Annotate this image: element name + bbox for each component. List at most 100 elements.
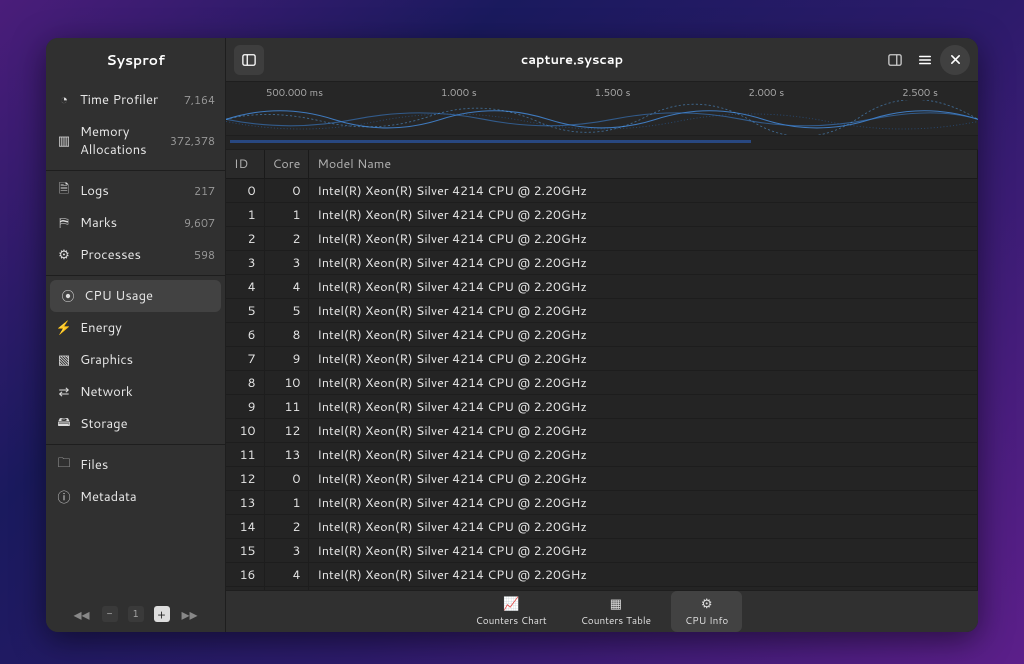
menu-button[interactable] [910,45,940,75]
cell-model: Intel(R) Xeon(R) Silver 4214 CPU @ 2.20G… [309,515,978,539]
chart-icon: 📈 [503,595,519,613]
table-row[interactable]: 142Intel(R) Xeon(R) Silver 4214 CPU @ 2.… [226,515,978,539]
sidebar-item-files[interactable]: 🗀Files [46,449,225,481]
cell-core: 12 [264,419,309,443]
tab-counters-chart[interactable]: 📈Counters Chart [462,591,561,632]
sidebar-toggle-button[interactable] [234,45,264,75]
cell-model: Intel(R) Xeon(R) Silver 4214 CPU @ 2.20G… [309,251,978,275]
storage-icon: 🖴 [56,416,72,432]
cell-core: 4 [264,563,309,587]
cell-model: Intel(R) Xeon(R) Silver 4214 CPU @ 2.20G… [309,395,978,419]
cell-model: Intel(R) Xeon(R) Silver 4214 CPU @ 2.20G… [309,275,978,299]
table-row[interactable]: 153Intel(R) Xeon(R) Silver 4214 CPU @ 2.… [226,539,978,563]
cell-core: 9 [264,347,309,371]
sidebar-item-label: Storage [80,415,215,433]
sidebar-item-network[interactable]: ⇄Network [46,376,225,408]
table-row[interactable]: 00Intel(R) Xeon(R) Silver 4214 CPU @ 2.2… [226,179,978,203]
document-title: capture.syscap [264,51,880,69]
tab-cpu-info[interactable]: ⚙CPU Info [671,591,742,632]
tab-label: CPU Info [685,614,728,628]
cell-core: 11 [264,395,309,419]
zoom-in-button[interactable]: + [154,606,170,622]
col-core[interactable]: Core [264,150,309,179]
cell-model: Intel(R) Xeon(R) Silver 4214 CPU @ 2.20G… [309,443,978,467]
cell-model: Intel(R) Xeon(R) Silver 4214 CPU @ 2.20G… [309,323,978,347]
timeline-tick: 500.000 ms [266,86,323,100]
sidebar-item-label: Marks [80,214,184,232]
panel-left-icon [242,53,256,67]
table-row[interactable]: 164Intel(R) Xeon(R) Silver 4214 CPU @ 2.… [226,563,978,587]
zoom-out-button[interactable]: − [102,606,118,622]
sidebar-item-count: 9,607 [184,215,215,231]
sidebar-separator [46,170,225,171]
table-row[interactable]: 68Intel(R) Xeon(R) Silver 4214 CPU @ 2.2… [226,323,978,347]
sidebar-separator [46,444,225,445]
cell-model: Intel(R) Xeon(R) Silver 4214 CPU @ 2.20G… [309,467,978,491]
cell-id: 1 [226,203,264,227]
tab-counters-table[interactable]: ▦Counters Table [567,591,665,632]
rewind-button[interactable]: ◂◂ [72,604,92,624]
cell-id: 6 [226,323,264,347]
timeline-tick: 2.500 s [902,86,938,100]
zoom-reset-button[interactable]: 1 [128,606,144,622]
sidebar: Sysprof ◔Time Profiler7,164▥Memory Alloc… [46,38,226,632]
col-model[interactable]: Model Name [309,150,978,179]
timeline-tick: 1.500 s [595,86,631,100]
table-row[interactable]: 11Intel(R) Xeon(R) Silver 4214 CPU @ 2.2… [226,203,978,227]
sidebar-item-memory-allocations[interactable]: ▥Memory Allocations372,378 [46,116,225,166]
sidebar-item-label: Graphics [80,351,215,369]
panel-right-button[interactable] [880,45,910,75]
cell-core: 0 [264,179,309,203]
timeline-tick: 1.000 s [441,86,477,100]
sidebar-item-energy[interactable]: ⚡Energy [46,312,225,344]
sidebar-item-processes[interactable]: ⚙Processes598 [46,239,225,271]
col-id[interactable]: ID [226,150,264,179]
sidebar-item-marks[interactable]: ⛿ Marks9,607 [46,207,225,239]
app-title: Sysprof [46,38,225,82]
table-row[interactable]: 1113Intel(R) Xeon(R) Silver 4214 CPU @ 2… [226,443,978,467]
table-row[interactable]: 44Intel(R) Xeon(R) Silver 4214 CPU @ 2.2… [226,275,978,299]
processes-icon: ⚙ [56,247,72,263]
energy-icon: ⚡ [56,320,72,336]
cell-id: 3 [226,251,264,275]
table-row[interactable]: 79Intel(R) Xeon(R) Silver 4214 CPU @ 2.2… [226,347,978,371]
minimap[interactable] [226,136,978,150]
sidebar-item-label: Metadata [80,488,215,506]
close-button[interactable] [940,45,970,75]
sidebar-item-count: 598 [194,247,215,263]
cell-id: 7 [226,347,264,371]
sidebar-item-logs[interactable]: 🗎Logs217 [46,175,225,207]
cell-id: 0 [226,179,264,203]
timeline-ruler[interactable]: 500.000 ms1.000 s1.500 s2.000 s2.500 s [226,82,978,136]
table-row[interactable]: 120Intel(R) Xeon(R) Silver 4214 CPU @ 2.… [226,467,978,491]
table-row[interactable]: 810Intel(R) Xeon(R) Silver 4214 CPU @ 2.… [226,371,978,395]
cell-id: 16 [226,563,264,587]
sidebar-item-count: 372,378 [170,133,215,149]
sidebar-item-cpu-usage[interactable]: ⦿CPU Usage [50,280,221,312]
view-switcher: 📈Counters Chart▦Counters Table⚙CPU Info [226,590,978,632]
cell-core: 4 [264,275,309,299]
sidebar-item-time-profiler[interactable]: ◔Time Profiler7,164 [46,84,225,116]
table-row[interactable]: 33Intel(R) Xeon(R) Silver 4214 CPU @ 2.2… [226,251,978,275]
cpu-table-scroll[interactable]: ID Core Model Name 00Intel(R) Xeon(R) Si… [226,150,978,590]
table-row[interactable]: 131Intel(R) Xeon(R) Silver 4214 CPU @ 2.… [226,491,978,515]
table-row[interactable]: 55Intel(R) Xeon(R) Silver 4214 CPU @ 2.2… [226,299,978,323]
sidebar-item-label: Memory Allocations [80,123,170,159]
sidebar-item-metadata[interactable]: ⓘMetadata [46,481,225,513]
cell-model: Intel(R) Xeon(R) Silver 4214 CPU @ 2.20G… [309,203,978,227]
cell-id: 11 [226,443,264,467]
sidebar-item-graphics[interactable]: ▧Graphics [46,344,225,376]
sidebar-item-storage[interactable]: 🖴 Storage [46,408,225,440]
table-row[interactable]: 1012Intel(R) Xeon(R) Silver 4214 CPU @ 2… [226,419,978,443]
cell-model: Intel(R) Xeon(R) Silver 4214 CPU @ 2.20G… [309,227,978,251]
table-icon: ▦ [610,595,622,613]
timer-icon: ◔ [56,92,72,108]
tab-label: Counters Table [581,614,651,628]
cell-id: 4 [226,275,264,299]
table-row[interactable]: 22Intel(R) Xeon(R) Silver 4214 CPU @ 2.2… [226,227,978,251]
forward-button[interactable]: ▸▸ [180,604,200,624]
table-row[interactable]: 911Intel(R) Xeon(R) Silver 4214 CPU @ 2.… [226,395,978,419]
marks-icon: ⛿ [56,215,72,231]
sidebar-separator [46,275,225,276]
cell-core: 3 [264,539,309,563]
